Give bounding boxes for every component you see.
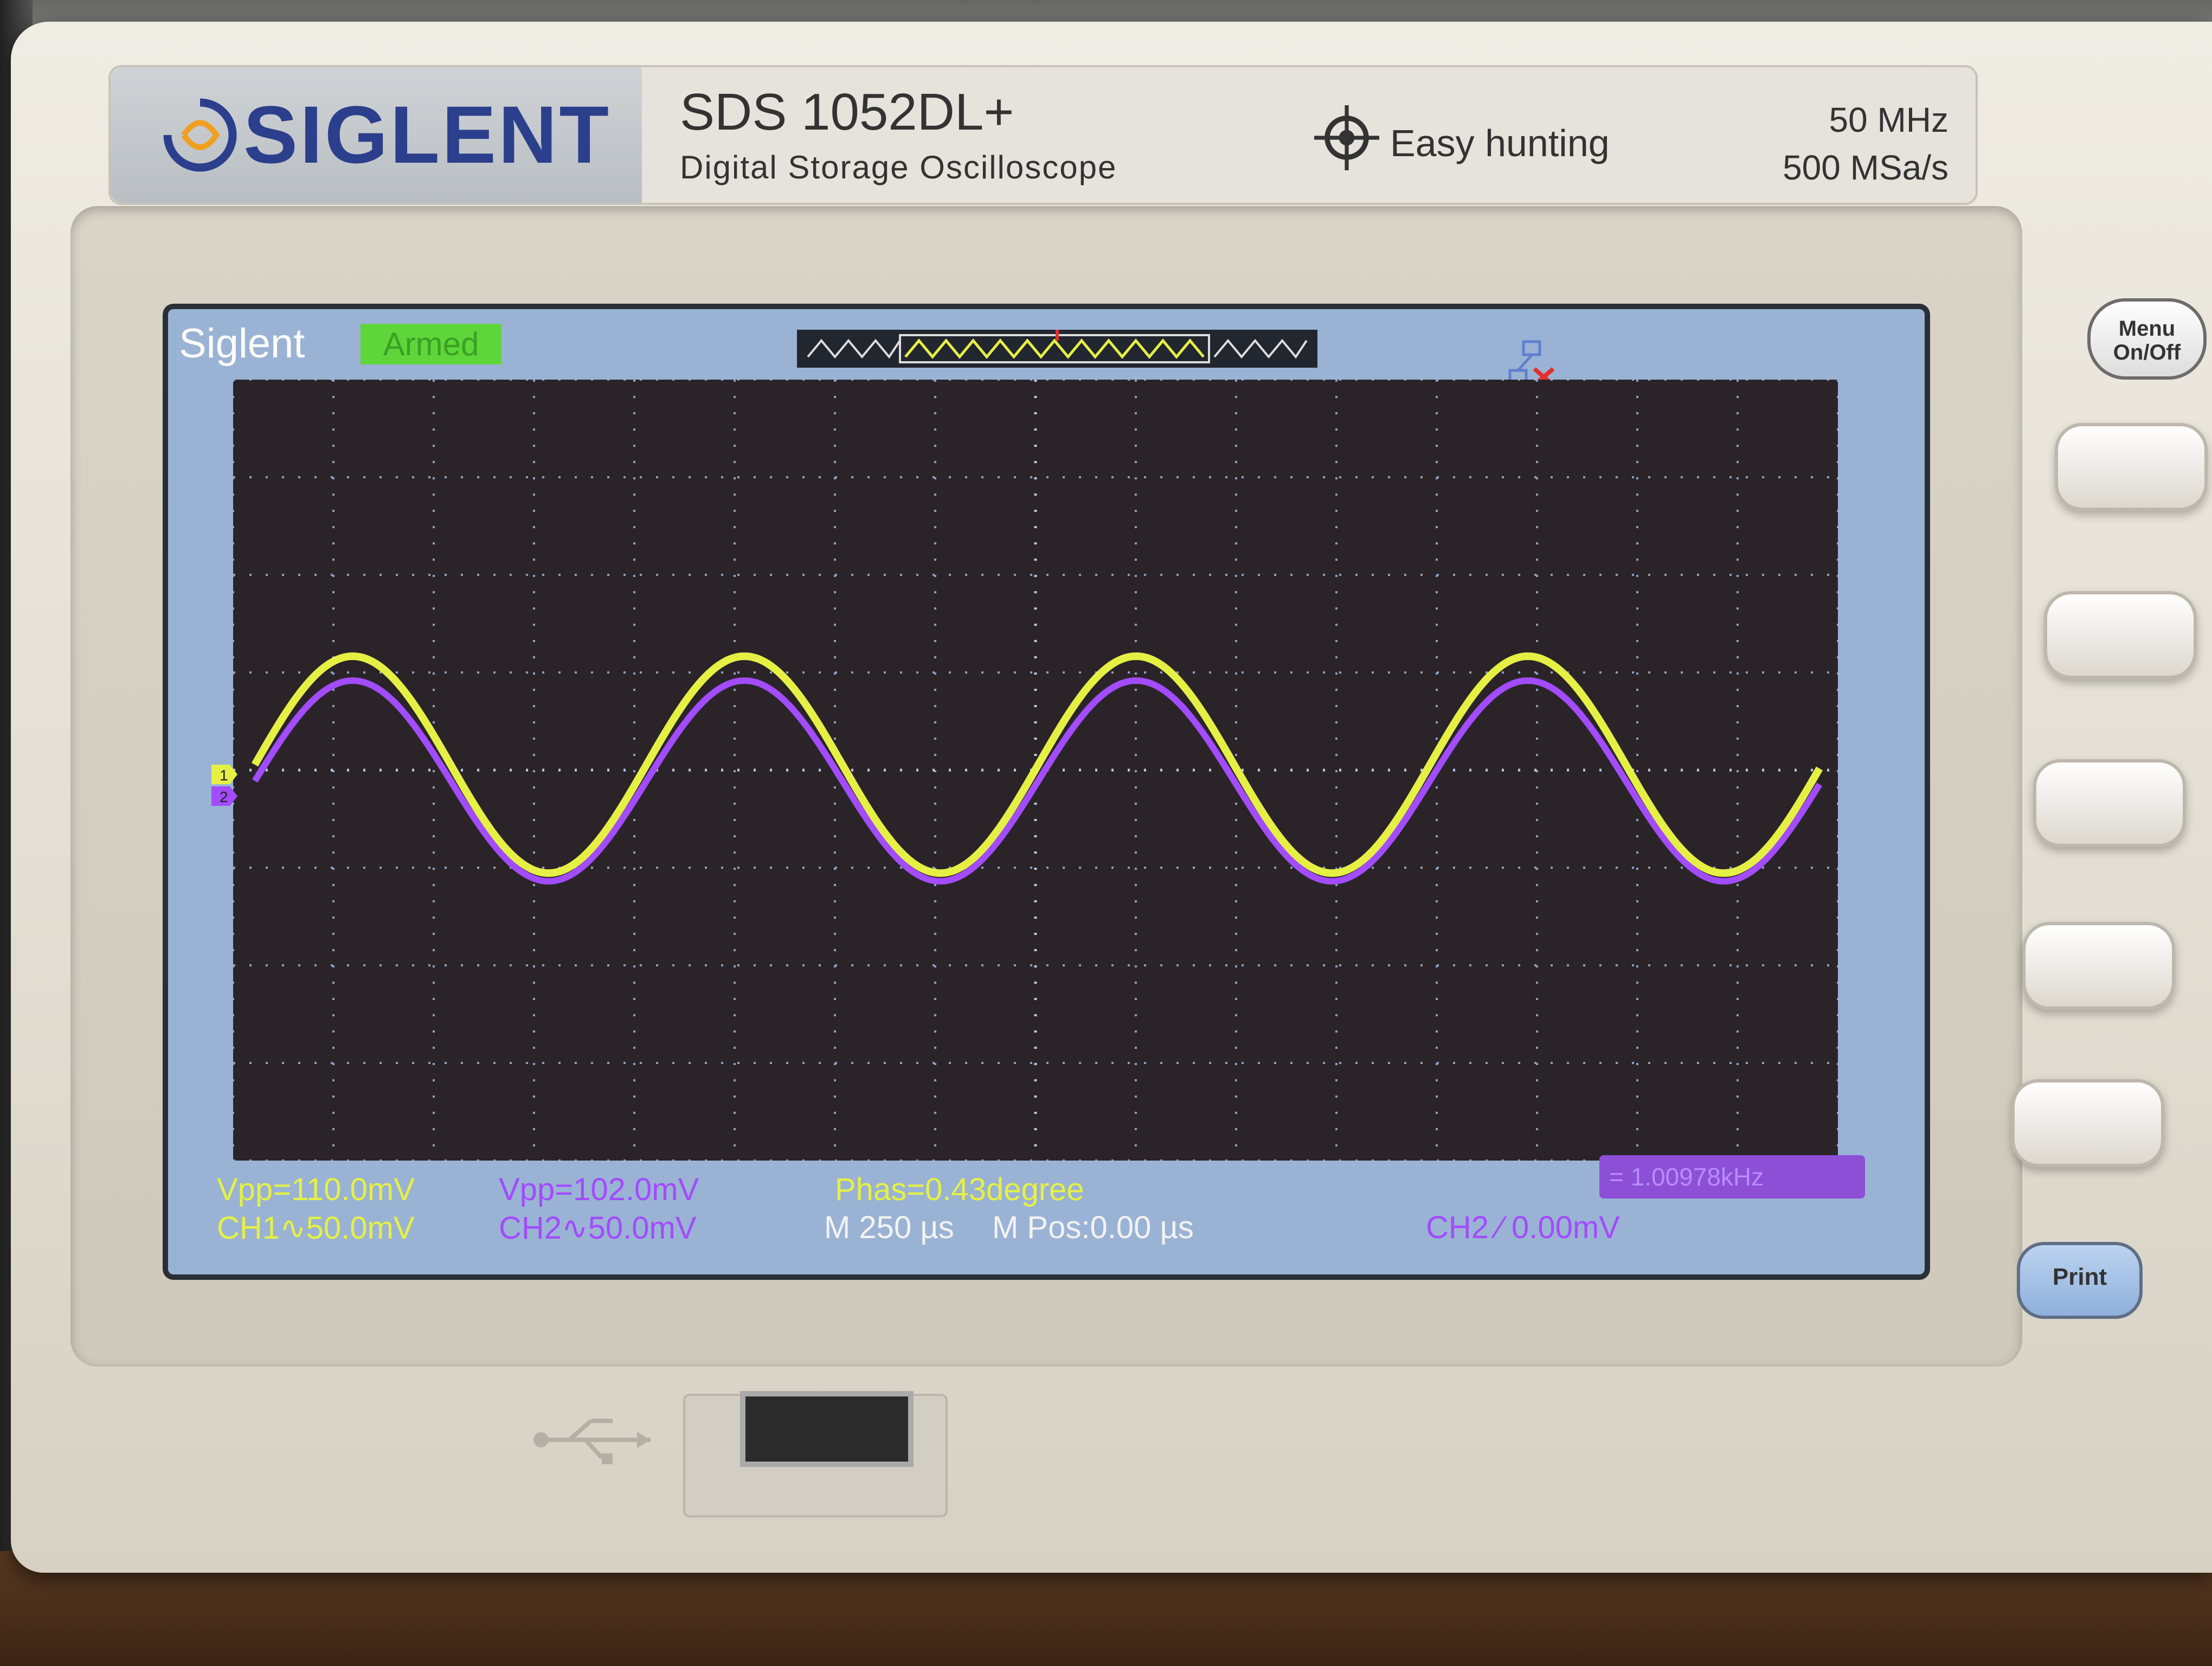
- timebase: M 250 µs: [824, 1210, 954, 1245]
- crosshair-icon: [1314, 105, 1379, 170]
- device-subtitle: Digital Storage Oscilloscope: [680, 149, 1117, 185]
- feature-label: Easy hunting: [1390, 122, 1610, 164]
- display-screen: Siglent Armed T: [168, 309, 1925, 1274]
- model-name: SDS 1052DL+: [680, 83, 1014, 141]
- waveform-plot: [233, 380, 1838, 1161]
- ch2-marker: 2: [220, 789, 228, 805]
- sample-rate-label: 500 MSa/s: [1783, 148, 1949, 187]
- mpos: M Pos:0.00 µs: [992, 1210, 1194, 1245]
- print-button[interactable]: Print: [2017, 1242, 2143, 1319]
- usb-icon: [533, 1419, 651, 1464]
- phase-readout: Phas=0.43degree: [835, 1172, 1084, 1207]
- header-strip: SIGLENT SDS 1052DL+ Digital Storage Osci…: [108, 65, 1978, 205]
- memory-depth-indicator: [797, 330, 1317, 368]
- softkey-2[interactable]: [2044, 591, 2197, 679]
- logo-panel: SIGLENT: [111, 67, 642, 203]
- ch1-vpp: Vpp=110.0mV: [217, 1172, 415, 1207]
- ch2-trace: [252, 677, 1823, 885]
- oscilloscope-body: SIGLENT SDS 1052DL+ Digital Storage Osci…: [11, 22, 2212, 1573]
- bandwidth-label: 50 MHz: [1829, 100, 1949, 139]
- menu-on-off-button[interactable]: Menu On/Off: [2087, 298, 2207, 380]
- frequency-readout: = 1.00978kHz: [1599, 1155, 1865, 1199]
- ch1-marker: 1: [220, 767, 228, 784]
- softkey-5[interactable]: [2011, 1079, 2164, 1167]
- channel-markers: 1 2: [211, 765, 237, 806]
- siglent-logo-icon: [163, 98, 237, 172]
- softkey-1[interactable]: [2055, 423, 2208, 511]
- ch2-vpp: Vpp=102.0mV: [499, 1172, 699, 1207]
- status-badge: Armed: [361, 324, 501, 364]
- usb-port[interactable]: [740, 1391, 914, 1467]
- frequency-value: = 1.00978kHz: [1609, 1163, 1764, 1191]
- screen-brand: Siglent: [179, 321, 305, 367]
- softkey-4[interactable]: [2022, 922, 2175, 1010]
- brand-logo: SIGLENT: [243, 89, 612, 180]
- ch2-scale: CH2∿50.0mV: [499, 1210, 697, 1246]
- ch1-scale: CH1∿50.0mV: [217, 1210, 415, 1246]
- waveform-grid: 1 2 = 1.00978kHz: [211, 380, 1865, 1199]
- softkey-3[interactable]: [2033, 759, 2186, 847]
- trigger-readout: CH2 ⁄ 0.00mV: [1426, 1210, 1620, 1245]
